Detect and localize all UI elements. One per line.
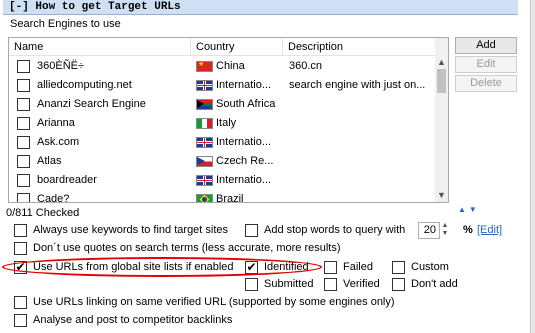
no-quotes-checkbox[interactable] (14, 242, 27, 255)
list-rows: 360ÈÑË÷ ★ China 360.cn alliedcomputing.net In… (9, 57, 436, 203)
custom-label: Custom (411, 261, 449, 273)
flag-icon (196, 194, 213, 202)
stop-words-checkbox[interactable] (245, 224, 258, 237)
flag-icon (196, 175, 213, 186)
list-item-checkbox[interactable] (17, 117, 30, 130)
stop-words-spinner[interactable]: 20 (418, 222, 440, 239)
competitor-label: Analyse and post to competitor backlinks (33, 314, 233, 326)
no-quotes-label: Don´t use quotes on search terms (less a… (33, 242, 341, 254)
column-header-description[interactable]: Description (283, 38, 436, 56)
list-item-name: alliedcomputing.net (37, 79, 132, 91)
stop-words-label: Add stop words to query with (264, 224, 406, 236)
list-item-name: Cade? (37, 193, 70, 203)
column-header-name[interactable]: Name (9, 38, 191, 56)
scroll-up-icon[interactable]: ▲ (435, 56, 448, 69)
list-item-country: Czech Re... (216, 155, 274, 167)
dont-add-checkbox[interactable] (392, 278, 405, 291)
search-engine-list[interactable]: Name Country Description 360ÈÑË÷ ★ China 36… (8, 37, 449, 203)
list-item-checkbox[interactable] (17, 136, 30, 149)
list-item-name: boardreader (37, 174, 97, 186)
list-item[interactable]: boardreader Internatio... (9, 171, 436, 190)
flag-icon (196, 80, 213, 91)
submitted-checkbox[interactable] (245, 278, 258, 291)
dont-add-label: Don't add (411, 278, 458, 290)
sort-arrows-icon[interactable]: ▲▼ (458, 205, 480, 214)
scroll-down-icon[interactable]: ▼ (435, 189, 448, 202)
flag-icon (196, 118, 213, 129)
list-item-checkbox[interactable] (17, 60, 30, 73)
verified-label: Verified (343, 278, 380, 290)
list-item[interactable]: 360ÈÑË÷ ★ China 360.cn (9, 57, 436, 76)
list-item[interactable]: Ananzi Search Engine South Africa (9, 95, 436, 114)
list-item-name: Ask.com (37, 136, 80, 148)
flag-icon (196, 99, 213, 110)
list-item[interactable]: alliedcomputing.net Internatio... search e… (9, 76, 436, 95)
flag-icon (196, 156, 213, 167)
column-header-country[interactable]: Country (191, 38, 283, 56)
list-item-country: Brazil (216, 193, 244, 203)
always-keywords-label: Always use keywords to find target sites (33, 224, 229, 236)
list-item-name: Ananzi Search Engine (37, 98, 146, 110)
failed-label: Failed (343, 261, 373, 273)
list-item[interactable]: Cade? Brazil (9, 190, 436, 203)
checked-count: 0/811 Checked (6, 207, 80, 219)
list-scrollbar[interactable]: ▲ ▼ (435, 38, 448, 202)
list-item-name: Arianna (37, 117, 75, 129)
percent-label: % (463, 224, 473, 236)
custom-checkbox[interactable] (392, 261, 405, 274)
scroll-thumb[interactable] (437, 69, 446, 93)
submitted-label: Submitted (264, 278, 314, 290)
list-item-country: Internatio... (216, 136, 272, 148)
linking-verified-checkbox[interactable] (14, 296, 27, 309)
list-item-checkbox[interactable] (17, 79, 30, 92)
list-item-country: China (216, 60, 245, 72)
section-header-target-urls[interactable]: [-] How to get Target URLs (3, 0, 518, 15)
competitor-checkbox[interactable] (14, 314, 27, 327)
list-item-name: Atlas (37, 155, 62, 167)
list-item-checkbox[interactable] (17, 155, 30, 168)
flag-icon: ★ (196, 61, 213, 72)
linking-verified-label: Use URLs linking on same verified URL (s… (33, 296, 395, 308)
list-header: Name Country Description (9, 38, 436, 56)
list-item[interactable]: Ask.com Internatio... (9, 133, 436, 152)
list-item-checkbox[interactable] (17, 174, 30, 187)
list-item[interactable]: Arianna Italy (9, 114, 436, 133)
always-keywords-checkbox[interactable] (14, 224, 27, 237)
list-item-description: search engine with just on... (289, 79, 426, 91)
list-item-description: 360.cn (289, 60, 323, 72)
list-item-country: Internatio... (216, 174, 272, 186)
edit-stop-words-link[interactable]: [Edit] (477, 224, 502, 236)
list-item-checkbox[interactable] (17, 98, 30, 111)
delete-button[interactable]: Delete (455, 75, 517, 92)
list-item-checkbox[interactable] (17, 193, 30, 202)
window-edge (530, 0, 535, 333)
spinner-arrows-icon[interactable]: ▲ ▼ (440, 222, 450, 239)
list-item-country: South Africa (216, 98, 276, 110)
search-engines-label: Search Engines to use (10, 18, 121, 30)
failed-checkbox[interactable] (324, 261, 337, 274)
edit-button[interactable]: Edit (455, 56, 517, 73)
list-item-country: Internatio... (216, 79, 272, 91)
list-item-name: 360ÈÑË÷ (37, 60, 85, 72)
add-button[interactable]: Add (455, 37, 517, 54)
list-item-country: Italy (216, 117, 237, 129)
highlight-annotation (2, 257, 322, 277)
flag-icon (196, 137, 213, 148)
list-item[interactable]: Atlas Czech Re... (9, 152, 436, 171)
verified-checkbox[interactable] (324, 278, 337, 291)
